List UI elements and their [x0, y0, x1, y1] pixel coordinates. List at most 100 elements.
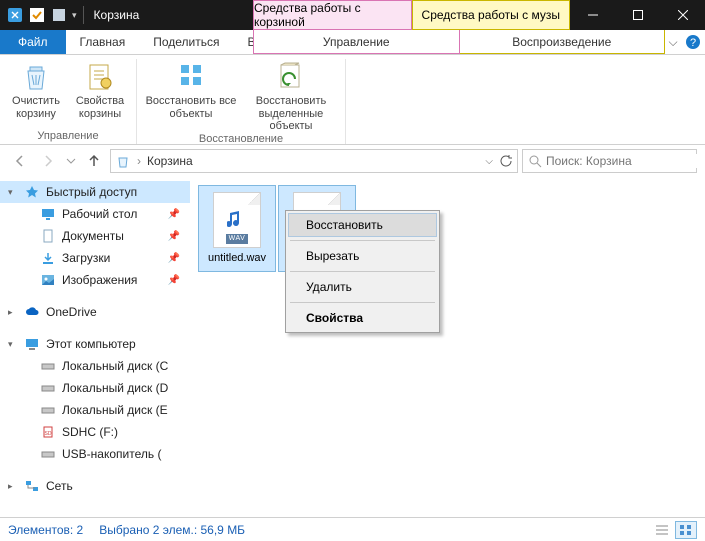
sidebar-item-label: Локальный диск (C — [62, 359, 168, 373]
checkbox-icon[interactable] — [28, 6, 46, 24]
file-name: untitled.wav — [208, 252, 266, 265]
maximize-button[interactable] — [615, 0, 660, 30]
sidebar-item-drive-usb[interactable]: USB-накопитель ( — [0, 443, 190, 465]
sidebar-item-label: Рабочий стол — [62, 207, 137, 221]
sidebar-item-drive-d[interactable]: Локальный диск (D — [0, 377, 190, 399]
tab-file[interactable]: Файл — [0, 30, 66, 54]
pin-icon: 📌 — [168, 209, 180, 220]
ribbon-item-label: Очистить корзину — [4, 95, 68, 120]
recycle-properties-button[interactable]: Свойства корзины — [68, 59, 132, 130]
view-icons-button[interactable] — [675, 521, 697, 539]
address-box[interactable]: › Корзина ⌵ — [110, 149, 518, 173]
context-menu-cut[interactable]: Вырезать — [288, 244, 437, 268]
sidebar-item-label: Сеть — [46, 479, 73, 493]
minimize-button[interactable] — [570, 0, 615, 30]
body: ▾ Быстрый доступ Рабочий стол 📌 Документ… — [0, 177, 705, 517]
sidebar-item-drive-f[interactable]: SD SDHC (F:) — [0, 421, 190, 443]
search-icon — [529, 155, 542, 168]
ribbon-group-label: Управление — [37, 130, 98, 144]
download-icon — [40, 250, 56, 266]
sidebar-item-label: Изображения — [62, 273, 137, 287]
pictures-icon — [40, 272, 56, 288]
tab-home[interactable]: Главная — [66, 30, 140, 54]
titlebar-left: ▾ Корзина — [0, 0, 253, 30]
breadcrumb-separator-icon[interactable]: › — [137, 154, 141, 168]
empty-recycle-button[interactable]: Очистить корзину — [4, 59, 68, 130]
pin-icon: 📌 — [168, 253, 180, 264]
file-pane[interactable]: WAV untitled.wav Chi Восстановить Выреза… — [190, 177, 705, 517]
tab-manage[interactable]: Управление — [253, 30, 460, 54]
tab-playback[interactable]: Воспроизведение — [460, 30, 666, 54]
sidebar-item-onedrive[interactable]: ▸ OneDrive — [0, 301, 190, 323]
contextual-tab-music[interactable]: Средства работы с музы — [412, 0, 571, 30]
ribbon-item-label: Восстановить выделенные объекты — [241, 95, 341, 133]
help-button[interactable]: ? — [681, 30, 705, 54]
sidebar-item-label: OneDrive — [46, 305, 97, 319]
tab-share[interactable]: Поделиться — [139, 30, 233, 54]
sidebar-item-label: Этот компьютер — [46, 337, 136, 351]
sidebar-item-quick-access[interactable]: ▾ Быстрый доступ — [0, 181, 190, 203]
close-button[interactable] — [660, 0, 705, 30]
file-badge: WAV — [226, 234, 249, 244]
ribbon-group-restore: Восстановить все объекты Восстановить вы… — [137, 59, 346, 144]
sidebar-item-network[interactable]: ▸ Сеть — [0, 475, 190, 497]
ribbon-item-label: Свойства корзины — [68, 95, 132, 120]
search-input[interactable] — [546, 154, 701, 168]
refresh-button[interactable] — [499, 154, 513, 168]
context-menu-separator — [290, 271, 435, 272]
ribbon: Очистить корзину Свойства корзины Управл… — [0, 55, 705, 145]
pin-icon: 📌 — [168, 231, 180, 242]
pin-icon: 📌 — [168, 275, 180, 286]
sidebar-item-drive-c[interactable]: Локальный диск (C — [0, 355, 190, 377]
sidebar-item-drive-e[interactable]: Локальный диск (E — [0, 399, 190, 421]
sidebar-item-desktop[interactable]: Рабочий стол 📌 — [0, 203, 190, 225]
recycle-small-icon — [6, 6, 24, 24]
contextual-tab-recycle[interactable]: Средства работы с корзиной — [253, 0, 412, 30]
status-bar: Элементов: 2 Выбрано 2 элем.: 56,9 МБ — [0, 517, 705, 541]
view-switcher — [651, 521, 697, 539]
generic-small-icon — [50, 6, 68, 24]
back-button[interactable] — [8, 149, 32, 173]
search-box[interactable] — [522, 149, 697, 173]
restore-all-button[interactable]: Восстановить все объекты — [141, 59, 241, 133]
sidebar-item-pictures[interactable]: Изображения 📌 — [0, 269, 190, 291]
document-icon — [40, 228, 56, 244]
ribbon-group-label: Восстановление — [199, 133, 283, 147]
sidebar-item-this-pc[interactable]: ▾ Этот компьютер — [0, 333, 190, 355]
desktop-icon — [40, 206, 56, 222]
cloud-icon — [24, 304, 40, 320]
ribbon-tabs: Файл Главная Поделиться Вид Управление В… — [0, 30, 705, 55]
sidebar-item-downloads[interactable]: Загрузки 📌 — [0, 247, 190, 269]
star-icon — [24, 184, 40, 200]
recent-locations-button[interactable] — [64, 149, 78, 173]
recycle-bin-icon — [20, 61, 52, 93]
window-controls — [570, 0, 705, 30]
restore-selected-button[interactable]: Восстановить выделенные объекты — [241, 59, 341, 133]
context-menu-properties[interactable]: Свойства — [288, 306, 437, 330]
chevron-down-icon[interactable]: ▾ — [8, 187, 13, 198]
address-dropdown-icon[interactable]: ⌵ — [485, 156, 493, 167]
chevron-right-icon[interactable]: ▸ — [8, 307, 13, 318]
forward-button[interactable] — [36, 149, 60, 173]
context-menu-delete[interactable]: Удалить — [288, 275, 437, 299]
up-button[interactable] — [82, 149, 106, 173]
sidebar-item-label: Загрузки — [62, 251, 110, 265]
window-title: Корзина — [94, 8, 140, 22]
file-item[interactable]: WAV untitled.wav — [198, 185, 276, 272]
chevron-down-icon[interactable]: ▾ — [8, 339, 13, 350]
titlebar: ▾ Корзина Средства работы с корзиной Сре… — [0, 0, 705, 30]
context-menu-restore[interactable]: Восстановить — [288, 213, 437, 237]
breadcrumb[interactable]: Корзина — [147, 154, 193, 168]
drive-icon — [40, 402, 56, 418]
view-details-button[interactable] — [651, 521, 673, 539]
sidebar-item-label: Документы — [62, 229, 124, 243]
address-bar: › Корзина ⌵ — [0, 145, 705, 177]
chevron-right-icon[interactable]: ▸ — [8, 481, 13, 492]
status-selection: Выбрано 2 элем.: 56,9 МБ — [99, 523, 245, 537]
qat-overflow[interactable]: ▾ — [72, 10, 77, 21]
usb-icon — [40, 446, 56, 462]
ribbon-collapse-caret[interactable]: ⌵ — [665, 30, 681, 54]
restore-all-icon — [175, 61, 207, 93]
sidebar-item-documents[interactable]: Документы 📌 — [0, 225, 190, 247]
file-icon-wav: WAV — [213, 192, 261, 248]
